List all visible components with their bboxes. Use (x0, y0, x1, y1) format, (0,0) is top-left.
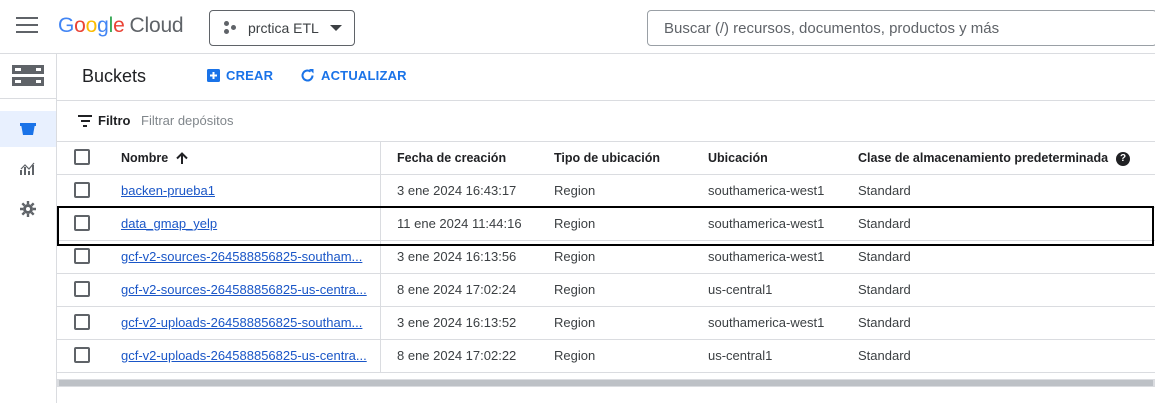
created-cell: 8 ene 2024 17:02:24 (397, 282, 517, 297)
project-picker[interactable]: prctica ETL (209, 10, 355, 46)
created-cell: 3 ene 2024 16:13:52 (397, 315, 517, 330)
location-cell: us-central1 (708, 282, 773, 297)
rail-item-buckets[interactable] (0, 111, 56, 147)
bucket-link[interactable]: gcf-v2-uploads-264588856825-southam... (121, 315, 362, 330)
storage-class-cell: Standard (858, 249, 911, 264)
table-header-row: Nombre Fecha de creación Tipo de ubicaci… (57, 142, 1155, 175)
column-header-storage-class[interactable]: Clase de almacenamiento predeterminada? (858, 142, 1148, 174)
add-box-icon (207, 69, 220, 82)
scrollbar-thumb[interactable] (59, 380, 1153, 386)
storage-class-cell: Standard (858, 348, 911, 363)
filter-bar: Filtro Filtrar depósitos (57, 101, 1155, 142)
row-checkbox[interactable] (74, 248, 90, 264)
column-header-location-type[interactable]: Tipo de ubicación (554, 142, 694, 174)
project-icon (224, 21, 238, 35)
google-cloud-logo[interactable]: Google Cloud (58, 14, 184, 38)
table-row: gcf-v2-sources-264588856825-southam... 3… (57, 241, 1155, 274)
page-header: Buckets CREAR ACTUALIZAR (57, 54, 1155, 101)
created-cell: 8 ene 2024 17:02:22 (397, 348, 517, 363)
top-bar: Google Cloud prctica ETL Buscar (/) recur… (0, 0, 1155, 54)
location-type-cell: Region (554, 282, 596, 297)
refresh-icon (301, 69, 314, 82)
storage-class-cell: Standard (858, 216, 911, 231)
chevron-down-icon (329, 25, 342, 31)
row-checkbox[interactable] (74, 182, 90, 198)
storage-class-cell: Standard (858, 315, 911, 330)
search-input[interactable]: Buscar (/) recursos, documentos, product… (647, 10, 1155, 46)
location-type-cell: Region (554, 183, 596, 198)
bucket-link[interactable]: data_gmap_yelp (121, 216, 217, 231)
filter-icon[interactable] (78, 115, 92, 127)
row-checkbox[interactable] (74, 281, 90, 297)
menu-icon[interactable] (16, 17, 38, 35)
rail-item-storage[interactable] (0, 54, 56, 99)
monitoring-icon (20, 162, 35, 175)
table-row: data_gmap_yelp 11 ene 2024 11:44:16 Regi… (57, 208, 1155, 241)
arrow-up-icon (176, 152, 188, 165)
column-header-location[interactable]: Ubicación (708, 142, 848, 174)
row-checkbox[interactable] (74, 215, 90, 231)
table-row: gcf-v2-uploads-264588856825-southam... 3… (57, 307, 1155, 340)
created-cell: 11 ene 2024 11:44:16 (397, 216, 522, 231)
column-header-created[interactable]: Fecha de creación (397, 142, 547, 174)
row-checkbox[interactable] (74, 314, 90, 330)
horizontal-scrollbar[interactable] (57, 379, 1155, 387)
bucket-link[interactable]: backen-prueba1 (121, 183, 215, 198)
settings-icon (20, 201, 36, 217)
rail-item-monitoring[interactable] (0, 151, 56, 187)
location-cell: southamerica-west1 (708, 216, 825, 231)
page-title: Buckets (82, 66, 147, 86)
location-cell: southamerica-west1 (708, 315, 825, 330)
location-cell: southamerica-west1 (708, 249, 825, 264)
location-type-cell: Region (554, 216, 596, 231)
left-rail (0, 54, 57, 403)
table-row: gcf-v2-uploads-264588856825-us-centra...… (57, 340, 1155, 373)
create-button[interactable]: CREAR (207, 68, 273, 83)
location-type-cell: Region (554, 249, 596, 264)
location-cell: southamerica-west1 (708, 183, 825, 198)
bucket-link[interactable]: gcf-v2-sources-264588856825-us-centra... (121, 282, 367, 297)
filter-label: Filtro (98, 113, 131, 128)
storage-icon (12, 65, 44, 86)
storage-class-cell: Standard (858, 282, 911, 297)
rail-item-settings[interactable] (0, 191, 56, 227)
table-row: gcf-v2-sources-264588856825-us-centra...… (57, 274, 1155, 307)
row-checkbox[interactable] (74, 347, 90, 363)
project-name: prctica ETL (248, 20, 319, 36)
bucket-link[interactable]: gcf-v2-sources-264588856825-southam... (121, 249, 362, 264)
bucket-link[interactable]: gcf-v2-uploads-264588856825-us-centra... (121, 348, 367, 363)
location-cell: us-central1 (708, 348, 773, 363)
created-cell: 3 ene 2024 16:13:56 (397, 249, 517, 264)
storage-class-cell: Standard (858, 183, 911, 198)
filter-input[interactable]: Filtrar depósitos (141, 113, 233, 128)
table-row: backen-prueba1 3 ene 2024 16:43:17 Regio… (57, 175, 1155, 208)
refresh-button[interactable]: ACTUALIZAR (300, 68, 407, 83)
help-icon[interactable]: ? (1116, 151, 1131, 166)
buckets-table: Nombre Fecha de creación Tipo de ubicaci… (57, 142, 1155, 373)
bucket-icon (20, 123, 36, 135)
select-all-checkbox[interactable] (74, 149, 90, 165)
column-header-name[interactable]: Nombre (121, 142, 367, 174)
location-type-cell: Region (554, 348, 596, 363)
created-cell: 3 ene 2024 16:43:17 (397, 183, 517, 198)
location-type-cell: Region (554, 315, 596, 330)
column-divider (380, 142, 381, 373)
